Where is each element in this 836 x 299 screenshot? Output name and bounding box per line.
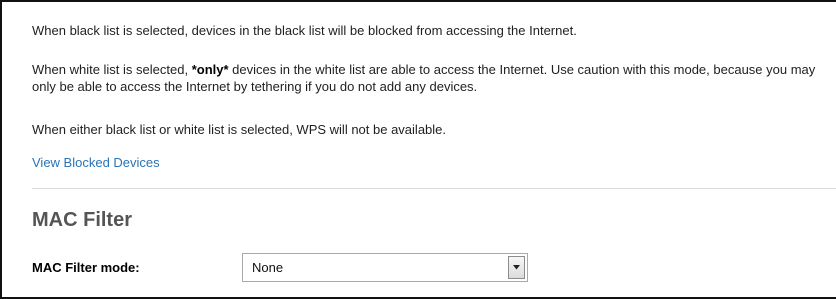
white-list-emphasis: *only* xyxy=(191,62,229,77)
mac-filter-title: MAC Filter xyxy=(32,209,132,231)
white-list-description: When white list is selected, *only* devi… xyxy=(32,61,836,95)
black-list-text: When black list is selected, devices in … xyxy=(32,23,577,38)
mac-filter-mode-label: MAC Filter mode: xyxy=(32,260,140,275)
dropdown-arrow-button[interactable] xyxy=(508,256,525,279)
wps-notice: When either black list or white list is … xyxy=(32,121,836,138)
wps-text: When either black list or white list is … xyxy=(32,122,447,137)
white-list-prefix: When white list is selected, xyxy=(32,62,192,77)
mac-filter-mode-value: None xyxy=(252,260,284,275)
black-list-description: When black list is selected, devices in … xyxy=(32,22,836,39)
view-blocked-devices-link[interactable]: View Blocked Devices xyxy=(32,154,160,171)
settings-panel: When black list is selected, devices in … xyxy=(0,0,836,299)
mac-filter-mode-select[interactable]: None xyxy=(242,253,528,282)
chevron-down-icon xyxy=(513,265,520,270)
section-divider xyxy=(32,188,836,189)
